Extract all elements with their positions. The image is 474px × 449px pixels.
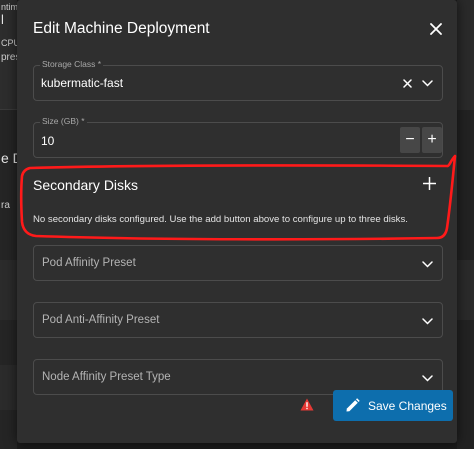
- background-text: ra: [1, 200, 10, 211]
- background-band: [0, 365, 17, 410]
- warning-icon: [300, 398, 314, 416]
- storage-class-value: kubermatic-fast: [41, 76, 124, 90]
- pod-anti-affinity-preset-select[interactable]: Pod Anti-Affinity Preset: [33, 302, 443, 338]
- size-decrement-button[interactable]: −: [400, 127, 420, 153]
- storage-class-label: Storage Class *: [40, 59, 104, 69]
- pod-affinity-preset-select[interactable]: Pod Affinity Preset: [33, 245, 443, 281]
- node-affinity-dropdown-toggle[interactable]: [420, 371, 434, 385]
- background-text: e D: [1, 150, 17, 166]
- background-page-left: ntime l CPU pres e D ra: [0, 0, 17, 449]
- chevron-down-icon: [421, 260, 433, 268]
- chevron-down-icon: [421, 79, 433, 87]
- background-text: ntime: [1, 2, 17, 12]
- pod-anti-affinity-dropdown-toggle[interactable]: [420, 314, 434, 328]
- pod-affinity-preset-placeholder: Pod Affinity Preset: [42, 257, 136, 269]
- size-label: Size (GB) *: [40, 116, 87, 126]
- background-page-right: [457, 0, 474, 449]
- pod-affinity-dropdown-toggle[interactable]: [420, 257, 434, 271]
- pod-anti-affinity-preset-placeholder: Pod Anti-Affinity Preset: [42, 314, 160, 326]
- size-input[interactable]: Size (GB) * 10 − +: [33, 116, 443, 158]
- pencil-icon: [345, 398, 360, 418]
- size-value[interactable]: 10: [41, 134, 54, 148]
- background-text: pres: [1, 52, 17, 63]
- background-text: CPU: [1, 38, 17, 48]
- secondary-disks-title: Secondary Disks: [33, 177, 139, 193]
- chevron-down-icon: [421, 374, 433, 382]
- close-icon: [430, 23, 442, 35]
- screen: ntime l CPU pres e D ra Edit Machine Dep…: [0, 0, 474, 449]
- background-text: l: [1, 12, 4, 27]
- save-changes-button[interactable]: Save Changes: [333, 390, 453, 421]
- secondary-disks-empty-message: No secondary disks configured. Use the a…: [33, 214, 408, 225]
- add-secondary-disk-button[interactable]: [419, 173, 439, 193]
- edit-machine-deployment-dialog: Edit Machine Deployment Storage Class * …: [17, 0, 457, 443]
- storage-class-select[interactable]: Storage Class * kubermatic-fast: [33, 59, 443, 101]
- chevron-down-icon: [421, 317, 433, 325]
- plus-icon: [422, 176, 436, 190]
- background-band: [0, 260, 17, 320]
- size-increment-button[interactable]: +: [422, 127, 442, 153]
- close-button[interactable]: [425, 18, 447, 40]
- clear-storage-class-button[interactable]: [400, 76, 414, 90]
- save-changes-label: Save Changes: [368, 399, 447, 413]
- background-band: [457, 260, 474, 320]
- clear-icon: [402, 78, 412, 88]
- node-affinity-preset-type-placeholder: Node Affinity Preset Type: [42, 371, 171, 383]
- storage-class-dropdown-toggle[interactable]: [420, 76, 434, 90]
- dialog-title: Edit Machine Deployment: [33, 20, 210, 37]
- background-band: [457, 0, 474, 110]
